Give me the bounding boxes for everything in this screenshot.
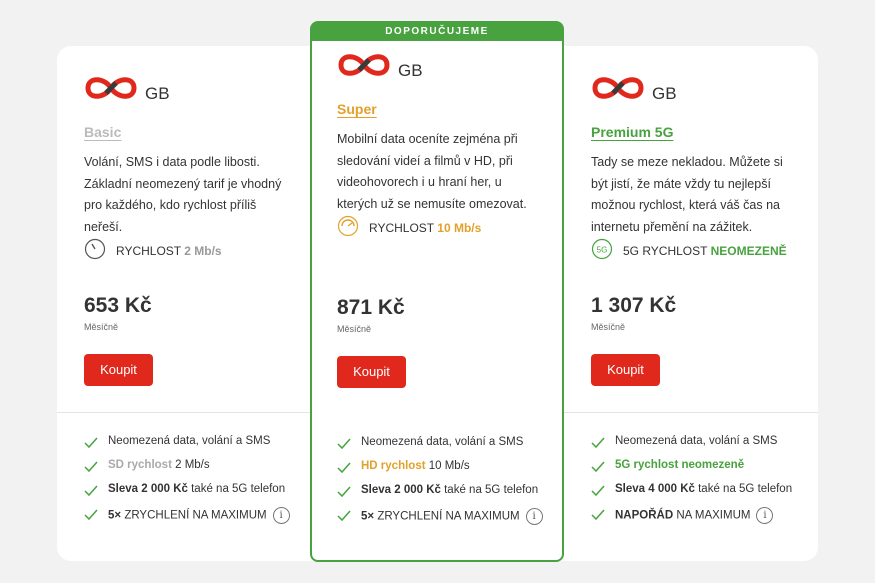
list-item: Neomezená data, volání a SMS (591, 434, 798, 458)
unlimited-data-logo: GB (591, 74, 798, 108)
unlimited-data-logo: GB (337, 51, 542, 85)
check-icon (337, 486, 351, 498)
price-period: Měsíčně (84, 322, 119, 332)
check-icon (84, 437, 98, 449)
plan-name[interactable]: Premium 5G (591, 124, 798, 140)
5g-badge-icon: 5G (591, 238, 613, 260)
plan-card-super: DOPORUČUJEME GB Super Mobilní data ocení… (310, 21, 564, 562)
speed-value: 2 Mb/s (184, 244, 222, 258)
plan-description: Volání, SMS i data podle libosti. Základ… (84, 155, 282, 234)
infinity-icon (592, 77, 644, 99)
check-icon (591, 509, 605, 521)
speed-row: RYCHLOST 10 Mb/s (337, 215, 542, 241)
speed-value: 10 Mb/s (437, 221, 482, 235)
price-period: Měsíčně (591, 322, 626, 332)
speed-label: 5G RYCHLOST (623, 244, 708, 258)
speed-label: RYCHLOST (369, 221, 434, 235)
list-item: NAPOŘÁD NA MAXIMUM i (591, 506, 798, 530)
speedometer-medium-icon (337, 215, 359, 237)
unlimited-data-logo: GB (84, 74, 291, 108)
check-icon (337, 462, 351, 474)
svg-text:5G: 5G (597, 246, 608, 255)
data-unit-label: GB (398, 61, 423, 80)
list-item: Neomezená data, volání a SMS (84, 434, 291, 458)
check-icon (84, 485, 98, 497)
list-item: Neomezená data, volání a SMS (337, 435, 542, 459)
info-icon[interactable]: i (272, 507, 290, 524)
buy-button[interactable]: Koupit (591, 354, 660, 386)
price: 871 Kč (337, 296, 405, 319)
plan-card-basic: GB Basic Volání, SMS i data podle libost… (57, 46, 311, 561)
speed-value: NEOMEZENĚ (710, 244, 787, 258)
check-icon (84, 509, 98, 521)
list-item: 5× ZRYCHLENÍ NA MAXIMUM i (337, 507, 543, 531)
plan-name[interactable]: Basic (84, 124, 291, 140)
check-icon (337, 510, 351, 522)
speedometer-low-icon (84, 238, 106, 260)
check-icon (591, 485, 605, 497)
info-icon[interactable]: i (525, 508, 543, 525)
plan-name[interactable]: Super (337, 101, 542, 117)
list-item: 5× ZRYCHLENÍ NA MAXIMUM i (84, 506, 291, 530)
check-icon (84, 461, 98, 473)
list-item: 5G rychlost neomezeně (591, 458, 798, 482)
feature-list: Neomezená data, volání a SMS 5G rychlost… (591, 434, 798, 530)
check-icon (591, 437, 605, 449)
plan-card-premium-5g: GB Premium 5G Tady se meze nekladou. Můž… (564, 46, 818, 561)
info-icon[interactable]: i (756, 507, 774, 524)
check-icon (337, 438, 351, 450)
feature-list: Neomezená data, volání a SMS HD rychlost… (337, 435, 543, 531)
list-item: Sleva 4 000 Kč také na 5G telefon (591, 482, 798, 506)
list-item: SD rychlost 2 Mb/s (84, 458, 291, 482)
infinity-icon (338, 54, 390, 76)
recommended-banner: DOPORUČUJEME (312, 23, 562, 41)
list-item: Sleva 2 000 Kč také na 5G telefon (337, 483, 542, 507)
plan-description: Tady se meze nekladou. Můžete si být jis… (591, 155, 783, 234)
list-item: HD rychlost 10 Mb/s (337, 459, 542, 483)
price: 653 Kč (84, 294, 152, 317)
speed-label: RYCHLOST (116, 244, 181, 258)
plan-description: Mobilní data oceníte zejména při sledová… (337, 132, 527, 211)
data-unit-label: GB (145, 84, 170, 103)
list-item: Sleva 2 000 Kč také na 5G telefon (84, 482, 291, 506)
data-unit-label: GB (652, 84, 677, 103)
buy-button[interactable]: Koupit (84, 354, 153, 386)
speed-row: RYCHLOST 2 Mb/s (84, 238, 291, 264)
price: 1 307 Kč (591, 294, 677, 317)
speed-row: 5G 5G RYCHLOST NEOMEZENĚ (591, 238, 798, 264)
price-period: Měsíčně (337, 324, 372, 334)
check-icon (591, 461, 605, 473)
infinity-icon (85, 77, 137, 99)
feature-list: Neomezená data, volání a SMS SD rychlost… (84, 434, 291, 530)
buy-button[interactable]: Koupit (337, 356, 406, 388)
